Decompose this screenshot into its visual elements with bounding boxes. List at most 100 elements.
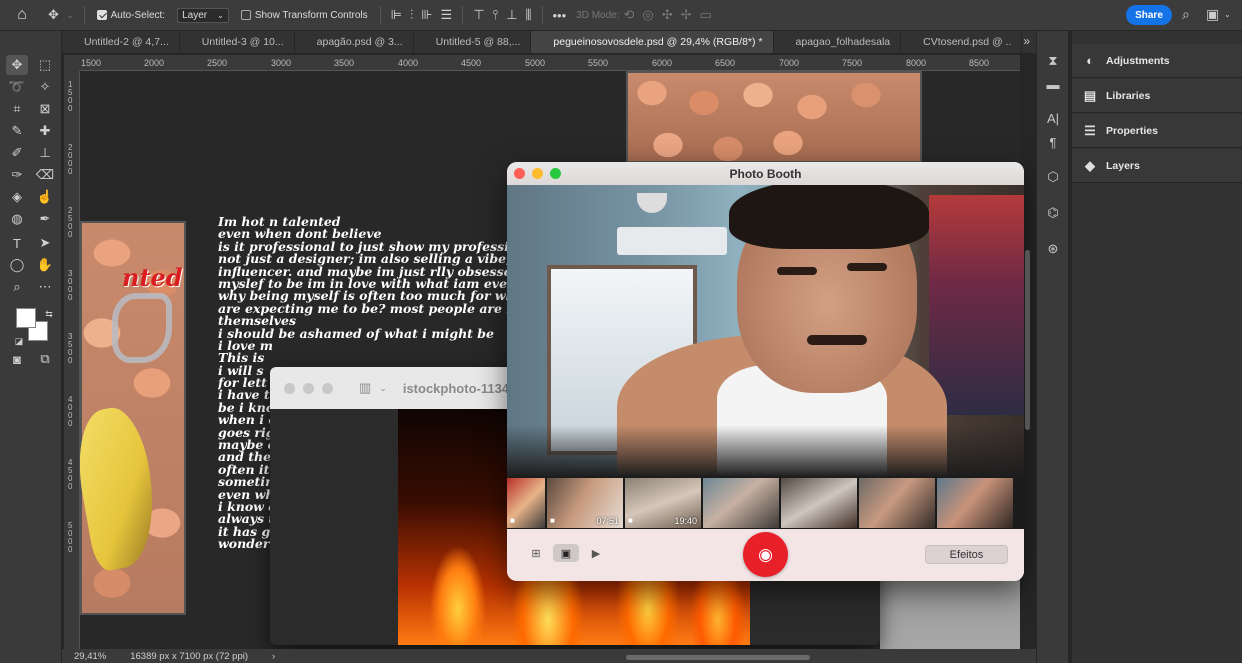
paint-bucket-tool-icon[interactable]: ◈ [6,187,28,207]
ruler-tick-label: 3000 [271,58,292,68]
show-transform-checkbox[interactable]: Show Transform Controls [240,10,368,21]
clone-stamp-tool-icon[interactable]: ⊥ [34,143,56,163]
lasso-tool-icon[interactable]: ➰ [6,77,28,97]
zoom-icon[interactable] [550,168,561,179]
minimize-icon[interactable] [532,168,543,179]
tab-untitled-5[interactable]: Untitled-5 @ 88,... [414,31,532,53]
align-middle-icon[interactable]: ⫯ [493,7,499,23]
character-icon[interactable]: A| [1045,111,1061,127]
thumbnail[interactable]: ■ [507,478,545,528]
pen-tool-icon[interactable]: ✒ [34,209,56,229]
share-button[interactable]: Share [1126,5,1172,25]
panel-layers[interactable]: ◆ Layers [1072,149,1242,183]
align-left-icon[interactable]: ⊫ [391,7,402,23]
eyedropper-tool-icon[interactable]: ✎ [6,121,28,141]
ellipse-tool-icon[interactable]: ◯ [6,255,28,275]
minimize-icon[interactable] [303,382,314,394]
zoom-icon[interactable] [322,382,333,394]
panel-label: Libraries [1106,89,1151,102]
chevron-down-icon[interactable]: ⌄ [1224,10,1231,19]
panel-libraries[interactable]: ▤ Libraries [1072,79,1242,113]
close-icon[interactable] [514,168,525,179]
3d-icon[interactable]: ⬡ [1045,169,1061,185]
comments-icon[interactable]: ▬ [1045,77,1061,93]
distribute-icon[interactable]: ☰ [441,7,453,23]
swap-colors-icon[interactable]: ⇆ [38,304,60,324]
panel-adjustments[interactable]: ◐ Adjustments [1072,44,1242,78]
distribute-vertical-icon[interactable]: ⫼ [526,7,532,23]
move-tool-icon[interactable]: ✥ [48,7,59,23]
chevron-down-icon[interactable]: ⌄ [67,11,74,20]
thumbnail[interactable] [937,478,1013,528]
type-tool-icon[interactable]: T [6,233,28,253]
options-bar: ⌂ ✥ ⌄ Auto-Select: Layer ⌄ Show Transfor… [0,0,1242,31]
frame-tool-icon[interactable]: ⊠ [34,99,56,119]
eraser-tool-icon[interactable]: ⌫ [34,165,56,185]
zoom-level[interactable]: 29,41% [74,651,106,662]
more-tools-icon[interactable]: ⋯ [34,277,56,297]
paragraph-icon[interactable]: ¶ [1045,135,1061,151]
brush-tool-icon[interactable]: ✐ [6,143,28,163]
grid-mode-icon[interactable]: ⊞ [523,544,549,562]
align-center-icon[interactable]: ⫶ [410,7,413,23]
video-mode-icon[interactable]: ▶ [583,544,609,562]
tab-pegueinosovosdele[interactable]: pegueinosovosdele.psd @ 29,4% (RGB/8*) * [531,31,774,53]
ruler-tick-label: 7000 [779,58,800,68]
tabs-overflow-icon[interactable]: » [1023,34,1030,48]
thumbnail[interactable] [859,478,935,528]
video-icon: ■ [510,516,515,525]
history-icon[interactable]: ⧗ [1045,53,1061,69]
tab-apagao[interactable]: apagão.psd @ 3... [295,31,414,53]
checkbox-checked-icon[interactable] [96,10,107,20]
horizontal-scrollbar[interactable] [626,655,810,660]
thumbnail[interactable]: ■ 07:51 [547,478,623,528]
zoom-tool-icon[interactable]: ⌕ [6,277,28,297]
tab-apagao-folhadesala[interactable]: apagao_folhadesala [774,31,902,53]
single-photo-mode-icon[interactable]: ▣ [553,544,579,562]
magic-wand-tool-icon[interactable]: ✧ [34,77,56,97]
chevron-down-icon[interactable]: ⌄ [379,383,387,394]
healing-brush-tool-icon[interactable]: ✚ [34,121,56,141]
camera-shutter-button[interactable]: ◉ [743,532,788,577]
thumbnail[interactable]: ■ 19:40 [625,478,701,528]
thumbnail[interactable] [703,478,779,528]
align-top-icon[interactable]: ⊤ [473,7,484,23]
thumbnail[interactable] [781,478,857,528]
screen-mode-icon[interactable]: ⧉ [34,349,56,369]
checkbox-unchecked-icon[interactable] [240,10,251,20]
hand-tool-icon[interactable]: ✋ [34,255,56,275]
close-icon[interactable] [284,382,295,394]
channels-icon[interactable]: ⊛ [1045,241,1061,257]
history-brush-tool-icon[interactable]: ✑ [6,165,28,185]
photo-booth-window[interactable]: Photo Booth ■ ■ 07:51 ■ 19:40 ⊞ ▣ ▶ ◉ Ef… [507,162,1024,581]
auto-select-checkbox[interactable]: Auto-Select: [96,10,165,21]
home-icon[interactable]: ⌂ [0,6,44,24]
tab-cvtosend[interactable]: CVtosend.psd @ .. [901,31,1023,53]
crop-tool-icon[interactable]: ⌗ [6,99,28,119]
document-size: 16389 px x 7100 px (72 ppi) [130,650,249,662]
ruler-tick-label: 8500 [969,58,990,68]
auto-select-dropdown[interactable]: Layer ⌄ [177,7,229,23]
effects-button[interactable]: Efeitos [925,545,1008,564]
properties-icon: ☰ [1084,122,1096,138]
foreground-color-swatch[interactable] [16,308,36,328]
workspace-icon[interactable]: ▣ [1206,6,1219,23]
paths-icon[interactable]: ⌬ [1045,205,1061,221]
status-menu-arrow[interactable]: › [272,651,275,662]
sidebar-icon[interactable]: ▥ [359,380,371,396]
quick-mask-icon[interactable]: ◙ [6,349,28,369]
search-icon[interactable]: ⌕ [1182,6,1190,23]
tab-untitled-2[interactable]: Untitled-2 @ 4,7... [62,31,180,53]
path-selection-tool-icon[interactable]: ➤ [34,233,56,253]
marquee-tool-icon[interactable]: ⬚ [34,55,56,75]
align-right-icon[interactable]: ⊪ [421,7,432,23]
more-options-icon[interactable]: ••• [553,8,567,23]
dodge-tool-icon[interactable]: ◍ [6,209,28,229]
tab-untitled-3[interactable]: Untitled-3 @ 10... [180,31,295,53]
panel-properties[interactable]: ☰ Properties [1072,114,1242,148]
smudge-tool-icon[interactable]: ☝ [34,187,56,207]
move-tool-icon[interactable]: ✥ [6,55,28,75]
vertical-scrollbar[interactable] [1025,250,1030,430]
default-colors-icon[interactable]: ◪ [8,331,30,351]
align-bottom-icon[interactable]: ⊥ [506,7,517,23]
